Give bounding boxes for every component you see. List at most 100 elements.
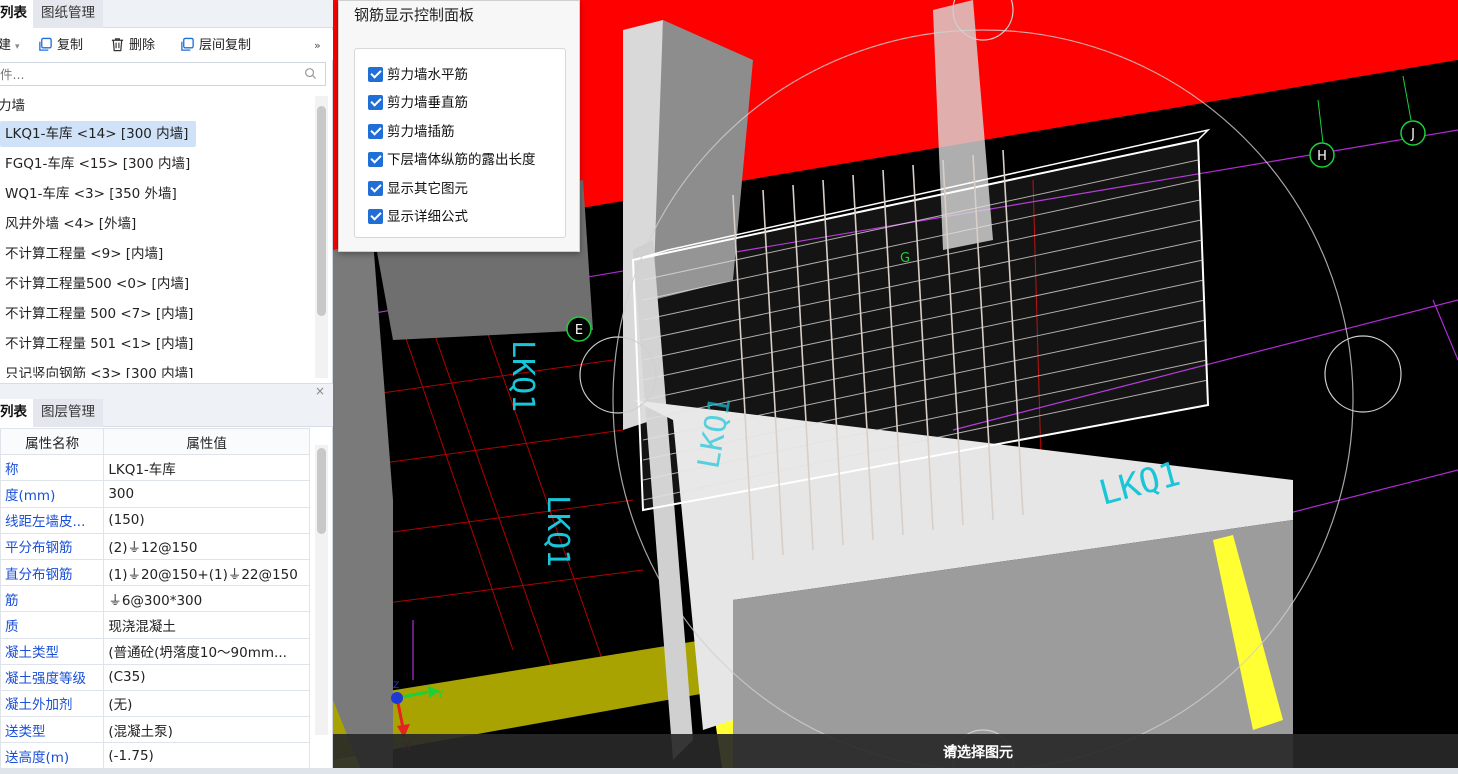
checkbox-checked-icon[interactable]	[368, 152, 383, 167]
property-name: 度(mm)	[0, 480, 105, 508]
tab-drawing-management[interactable]: 图纸管理	[33, 0, 103, 28]
toolbar-more-button[interactable]: »	[314, 36, 321, 56]
checkbox-checked-icon[interactable]	[368, 95, 383, 110]
property-name: 凝土类型	[0, 637, 105, 665]
component-search	[0, 62, 326, 86]
tree-item[interactable]: 风井外墙 <4> [外墙]	[0, 211, 144, 237]
layer-copy-icon	[181, 37, 194, 51]
new-button[interactable]: 建 ▾	[0, 36, 20, 56]
property-name: 质	[0, 611, 105, 639]
tree-item[interactable]: 不计算工程量500 <0> [内墙]	[0, 271, 197, 297]
chevron-down-icon: ▾	[15, 42, 20, 52]
checkbox-checked-icon[interactable]	[368, 124, 383, 139]
property-value[interactable]: (-1.75)	[103, 742, 310, 770]
property-value[interactable]: 300	[103, 480, 310, 508]
floor-copy-label: 层间复制	[199, 38, 252, 53]
tree-item[interactable]: FGQ1-车库 <15> [300 内墙]	[0, 151, 198, 177]
table-row[interactable]: 送高度(m) (-1.75)	[0, 742, 310, 770]
copy-label: 复制	[57, 38, 84, 53]
option-label: 剪力墙水平筋	[387, 67, 468, 83]
bubble-circle-right	[1324, 335, 1402, 413]
column-header-value: 属性值	[103, 427, 310, 456]
checkbox-vertical-rebar[interactable]: 剪力墙垂直筋	[368, 91, 468, 111]
close-icon[interactable]: ×	[315, 384, 325, 398]
option-label: 剪力墙垂直筋	[387, 95, 468, 111]
axis-label-e: E	[575, 323, 583, 338]
property-value[interactable]: ⏚6@300*300	[103, 585, 310, 613]
table-row[interactable]: 送类型 (混凝土泵)	[0, 716, 310, 744]
component-tree: 力墙 LKQ1-车库 <14> [300 内墙] FGQ1-车库 <15> [3…	[0, 90, 316, 378]
table-row[interactable]: 度(mm) 300	[0, 480, 310, 508]
checkbox-show-other-elements[interactable]: 显示其它图元	[368, 177, 468, 197]
property-value[interactable]: 现浇混凝土	[103, 611, 310, 639]
panel-title: 钢筋显示控制面板	[354, 6, 475, 24]
property-value[interactable]: (C35)	[103, 663, 310, 691]
property-name: 平分布钢筋	[0, 532, 105, 560]
tree-item[interactable]: WQ1-车库 <3> [350 外墙]	[0, 181, 185, 207]
column-header-name: 属性名称	[0, 427, 105, 456]
copy-icon	[39, 37, 52, 51]
property-name: 送类型	[0, 716, 105, 744]
axis-bubble-e: E	[566, 316, 592, 342]
option-label: 剪力墙插筋	[387, 124, 455, 140]
rebar-display-panel: 钢筋显示控制面板 剪力墙水平筋 剪力墙垂直筋 剪力墙插筋 下层墙体纵筋的露出长度…	[338, 0, 580, 252]
axis-label-g: G	[900, 251, 910, 266]
table-row[interactable]: 凝土外加剂 (无)	[0, 689, 310, 718]
checkbox-checked-icon[interactable]	[368, 67, 383, 82]
property-tabbar: 列表 图层管理	[0, 399, 333, 427]
component-tabbar: 列表 图纸管理	[0, 0, 333, 28]
property-value[interactable]: (普通砼(坍落度10～90mm...	[103, 637, 310, 665]
table-row[interactable]: 称 LKQ1-车库	[0, 454, 310, 482]
checkbox-checked-icon[interactable]	[368, 209, 383, 224]
tree-item[interactable]: LKQ1-车库 <14> [300 内墙]	[0, 121, 197, 147]
delete-label: 删除	[129, 38, 156, 53]
property-name: 线距左墙皮...	[0, 506, 105, 534]
checkbox-lower-wall-exposure[interactable]: 下层墙体纵筋的露出长度	[368, 148, 536, 168]
component-toolbar: 建 ▾ 复制 删除 层间复制 »	[0, 30, 333, 60]
delete-button[interactable]: 删除	[110, 36, 155, 56]
property-value[interactable]: (2)⏚12@150	[103, 532, 310, 560]
property-name: 送高度(m)	[0, 742, 105, 770]
table-row[interactable]: 平分布钢筋 (2)⏚12@150	[0, 532, 310, 560]
tab-layer-management[interactable]: 图层管理	[33, 399, 103, 427]
wall-label: LKQ1	[505, 340, 540, 412]
tab-component-list[interactable]: 列表	[0, 0, 36, 28]
table-row[interactable]: 线距左墙皮... (150)	[0, 506, 310, 534]
table-row[interactable]: 质现浇混凝土	[0, 611, 310, 639]
property-scrollbar-thumb[interactable]	[317, 448, 326, 534]
panel-divider[interactable]: ×	[0, 383, 333, 399]
tree-item[interactable]: 只记竖向钢筋 <3> [300 内墙]	[0, 361, 201, 378]
pick-cursor-icon	[944, 744, 957, 755]
bottom-strip	[0, 768, 1458, 774]
tree-scrollbar-thumb[interactable]	[317, 106, 326, 316]
status-bar: 请选择图元	[333, 734, 1458, 768]
axis-bubble-g: G	[900, 251, 910, 266]
property-value[interactable]: (无)	[103, 689, 310, 718]
copy-button[interactable]: 复制	[38, 36, 83, 56]
property-value[interactable]: LKQ1-车库	[103, 454, 310, 482]
checkbox-checked-icon[interactable]	[368, 181, 383, 196]
tree-item[interactable]: 不计算工程量 501 <1> [内墙]	[0, 331, 201, 357]
search-icon[interactable]	[304, 67, 317, 80]
tree-root-shear-wall[interactable]: 力墙	[0, 94, 25, 114]
checkbox-horizontal-rebar[interactable]: 剪力墙水平筋	[368, 63, 468, 83]
table-row[interactable]: 凝土类型 (普通砼(坍落度10～90mm...	[0, 637, 310, 665]
table-row[interactable]: 凝土强度等级 (C35)	[0, 663, 310, 691]
property-value[interactable]: (混凝土泵)	[103, 716, 310, 744]
search-input[interactable]	[0, 63, 290, 85]
property-value[interactable]: (1)⏚20@150+(1)⏚22@150	[103, 558, 310, 587]
checkbox-show-detailed-formula[interactable]: 显示详细公式	[368, 205, 468, 225]
status-message: 请选择图元	[943, 742, 1013, 762]
tree-item[interactable]: 不计算工程量 500 <7> [内墙]	[0, 301, 201, 327]
property-header-row: 属性名称 属性值	[0, 427, 310, 456]
tab-property-list[interactable]: 列表	[0, 399, 36, 427]
table-row[interactable]: 筋 ⏚6@300*300	[0, 585, 310, 613]
checkbox-dowel-rebar[interactable]: 剪力墙插筋	[368, 120, 455, 140]
floor-copy-button[interactable]: 层间复制	[180, 36, 251, 56]
table-row[interactable]: 直分布钢筋 (1)⏚20@150+(1)⏚22@150	[0, 558, 310, 587]
property-value[interactable]: (150)	[103, 506, 310, 534]
tree-item[interactable]: 不计算工程量 <9> [内墙]	[0, 241, 171, 267]
trash-icon	[111, 38, 124, 52]
property-name: 称	[0, 454, 105, 482]
new-label: 建	[0, 38, 12, 53]
